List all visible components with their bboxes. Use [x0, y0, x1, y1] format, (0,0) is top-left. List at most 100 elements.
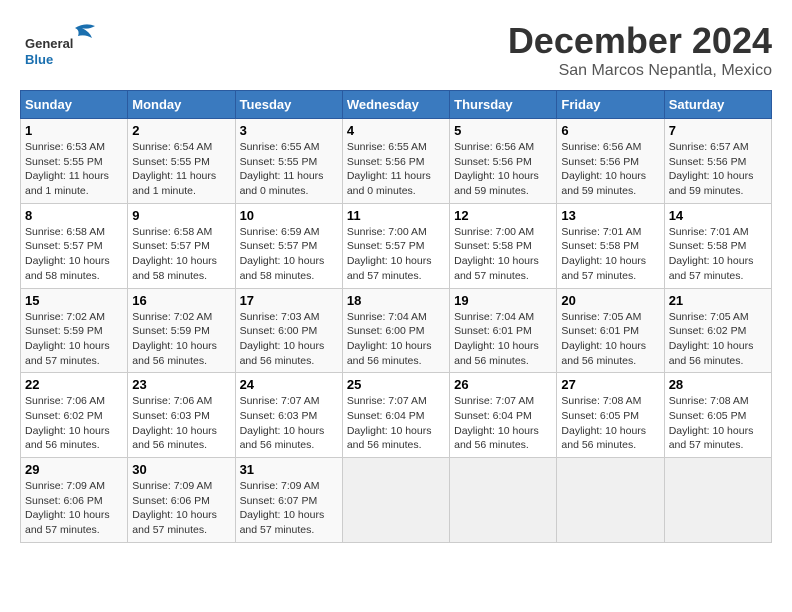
day-number: 15: [25, 293, 123, 308]
day-cell: 3 Sunrise: 6:55 AM Sunset: 5:55 PM Daylig…: [235, 119, 342, 204]
day-number: 4: [347, 123, 445, 138]
day-cell: 24Sunrise: 7:07 AM Sunset: 6:03 PM Dayli…: [235, 373, 342, 458]
day-info: Sunrise: 7:01 AM Sunset: 5:58 PM Dayligh…: [561, 225, 659, 284]
day-number: 25: [347, 377, 445, 392]
svg-text:Blue: Blue: [25, 52, 53, 67]
day-cell: 25 Sunrise: 7:07 AM Sunset: 6:04 PM Dayli…: [342, 373, 449, 458]
day-info: Sunrise: 6:55 AM Sunset: 5:56 PM Dayligh…: [347, 140, 445, 199]
day-info: Sunrise: 6:59 AM Sunset: 5:57 PM Dayligh…: [240, 225, 338, 284]
col-monday: Monday: [128, 91, 235, 119]
day-info: Sunrise: 7:09 AM Sunset: 6:06 PM Dayligh…: [132, 479, 230, 538]
day-info: Sunrise: 7:07 AM Sunset: 6:03 PM Dayligh…: [240, 394, 338, 453]
day-cell: 15Sunrise: 7:02 AM Sunset: 5:59 PM Dayli…: [21, 288, 128, 373]
day-cell: 20 Sunrise: 7:05 AM Sunset: 6:01 PM Dayli…: [557, 288, 664, 373]
day-info: Sunrise: 7:08 AM Sunset: 6:05 PM Dayligh…: [561, 394, 659, 453]
day-info: Sunrise: 7:03 AM Sunset: 6:00 PM Dayligh…: [240, 310, 338, 369]
col-sunday: Sunday: [21, 91, 128, 119]
day-info: Sunrise: 7:09 AM Sunset: 6:06 PM Dayligh…: [25, 479, 123, 538]
header-row: Sunday Monday Tuesday Wednesday Thursday…: [21, 91, 772, 119]
week-row-3: 15 Sunrise: 7:02 AM Sunset: 5:59 PM Dayli…: [21, 288, 772, 373]
day-number: 13: [561, 208, 659, 223]
day-number: 7: [669, 123, 767, 138]
day-number: 17: [240, 293, 338, 308]
day-cell: 31Sunrise: 7:09 AM Sunset: 6:07 PM Dayli…: [235, 458, 342, 543]
day-number: 12: [454, 208, 552, 223]
day-cell: 26 Sunrise: 7:07 AM Sunset: 6:04 PM Dayli…: [450, 373, 557, 458]
col-tuesday: Tuesday: [235, 91, 342, 119]
day-info: Sunrise: 7:01 AM Sunset: 5:58 PM Dayligh…: [669, 225, 767, 284]
col-saturday: Saturday: [664, 91, 771, 119]
day-cell: 30Sunrise: 7:09 AM Sunset: 6:06 PM Dayli…: [128, 458, 235, 543]
col-friday: Friday: [557, 91, 664, 119]
col-thursday: Thursday: [450, 91, 557, 119]
day-info: Sunrise: 7:08 AM Sunset: 6:05 PM Dayligh…: [669, 394, 767, 453]
col-wednesday: Wednesday: [342, 91, 449, 119]
day-info: Sunrise: 6:58 AM Sunset: 5:57 PM Dayligh…: [132, 225, 230, 284]
day-number: 19: [454, 293, 552, 308]
day-number: 23: [132, 377, 230, 392]
day-cell: 6Sunrise: 6:56 AM Sunset: 5:56 PM Daylig…: [557, 119, 664, 204]
day-cell: 23 Sunrise: 7:06 AM Sunset: 6:03 PM Dayli…: [128, 373, 235, 458]
day-cell: 12 Sunrise: 7:00 AM Sunset: 5:58 PM Dayli…: [450, 203, 557, 288]
day-info: Sunrise: 7:06 AM Sunset: 6:03 PM Dayligh…: [132, 394, 230, 453]
week-row-5: 29 Sunrise: 7:09 AM Sunset: 6:06 PM Dayli…: [21, 458, 772, 543]
day-cell: [450, 458, 557, 543]
day-number: 5: [454, 123, 552, 138]
day-cell: 4 Sunrise: 6:55 AM Sunset: 5:56 PM Daylig…: [342, 119, 449, 204]
day-info: Sunrise: 7:02 AM Sunset: 5:59 PM Dayligh…: [132, 310, 230, 369]
day-number: 3: [240, 123, 338, 138]
day-cell: 21Sunrise: 7:05 AM Sunset: 6:02 PM Dayli…: [664, 288, 771, 373]
location-title: San Marcos Nepantla, Mexico: [508, 62, 772, 80]
day-cell: 7Sunrise: 6:57 AM Sunset: 5:56 PM Daylig…: [664, 119, 771, 204]
day-info: Sunrise: 6:58 AM Sunset: 5:57 PM Dayligh…: [25, 225, 123, 284]
day-number: 28: [669, 377, 767, 392]
day-info: Sunrise: 7:00 AM Sunset: 5:57 PM Dayligh…: [347, 225, 445, 284]
day-info: Sunrise: 7:07 AM Sunset: 6:04 PM Dayligh…: [347, 394, 445, 453]
day-cell: 2Sunrise: 6:54 AM Sunset: 5:55 PM Daylig…: [128, 119, 235, 204]
svg-text:General: General: [25, 36, 73, 51]
logo: General Blue: [20, 20, 110, 70]
day-cell: 14 Sunrise: 7:01 AM Sunset: 5:58 PM Dayli…: [664, 203, 771, 288]
day-info: Sunrise: 7:06 AM Sunset: 6:02 PM Dayligh…: [25, 394, 123, 453]
day-cell: [664, 458, 771, 543]
day-info: Sunrise: 7:00 AM Sunset: 5:58 PM Dayligh…: [454, 225, 552, 284]
day-info: Sunrise: 6:56 AM Sunset: 5:56 PM Dayligh…: [561, 140, 659, 199]
day-number: 26: [454, 377, 552, 392]
logo-icon: General Blue: [20, 20, 110, 70]
day-cell: 17 Sunrise: 7:03 AM Sunset: 6:00 PM Dayli…: [235, 288, 342, 373]
day-cell: 22 Sunrise: 7:06 AM Sunset: 6:02 PM Dayli…: [21, 373, 128, 458]
day-number: 14: [669, 208, 767, 223]
day-number: 22: [25, 377, 123, 392]
day-info: Sunrise: 7:07 AM Sunset: 6:04 PM Dayligh…: [454, 394, 552, 453]
day-number: 1: [25, 123, 123, 138]
day-info: Sunrise: 6:55 AM Sunset: 5:55 PM Dayligh…: [240, 140, 338, 199]
page-header: General Blue December 2024 San Marcos Ne…: [20, 20, 772, 80]
day-info: Sunrise: 7:04 AM Sunset: 6:00 PM Dayligh…: [347, 310, 445, 369]
day-info: Sunrise: 7:05 AM Sunset: 6:01 PM Dayligh…: [561, 310, 659, 369]
day-info: Sunrise: 6:56 AM Sunset: 5:56 PM Dayligh…: [454, 140, 552, 199]
day-cell: 29 Sunrise: 7:09 AM Sunset: 6:06 PM Dayli…: [21, 458, 128, 543]
day-cell: [557, 458, 664, 543]
day-cell: 11Sunrise: 7:00 AM Sunset: 5:57 PM Dayli…: [342, 203, 449, 288]
calendar-table: Sunday Monday Tuesday Wednesday Thursday…: [20, 90, 772, 543]
day-info: Sunrise: 7:05 AM Sunset: 6:02 PM Dayligh…: [669, 310, 767, 369]
day-number: 20: [561, 293, 659, 308]
day-info: Sunrise: 7:04 AM Sunset: 6:01 PM Dayligh…: [454, 310, 552, 369]
week-row-2: 8 Sunrise: 6:58 AM Sunset: 5:57 PM Daylig…: [21, 203, 772, 288]
day-number: 29: [25, 462, 123, 477]
day-number: 18: [347, 293, 445, 308]
day-cell: 8 Sunrise: 6:58 AM Sunset: 5:57 PM Daylig…: [21, 203, 128, 288]
day-cell: 10 Sunrise: 6:59 AM Sunset: 5:57 PM Dayli…: [235, 203, 342, 288]
day-cell: 28 Sunrise: 7:08 AM Sunset: 6:05 PM Dayli…: [664, 373, 771, 458]
day-number: 27: [561, 377, 659, 392]
title-area: December 2024 San Marcos Nepantla, Mexic…: [508, 20, 772, 80]
day-info: Sunrise: 7:09 AM Sunset: 6:07 PM Dayligh…: [240, 479, 338, 538]
week-row-4: 22 Sunrise: 7:06 AM Sunset: 6:02 PM Dayli…: [21, 373, 772, 458]
day-number: 8: [25, 208, 123, 223]
day-cell: [342, 458, 449, 543]
day-info: Sunrise: 6:53 AM Sunset: 5:55 PM Dayligh…: [25, 140, 123, 199]
day-number: 10: [240, 208, 338, 223]
day-number: 16: [132, 293, 230, 308]
week-row-1: 1 Sunrise: 6:53 AM Sunset: 5:55 PM Daylig…: [21, 119, 772, 204]
day-cell: 1 Sunrise: 6:53 AM Sunset: 5:55 PM Daylig…: [21, 119, 128, 204]
